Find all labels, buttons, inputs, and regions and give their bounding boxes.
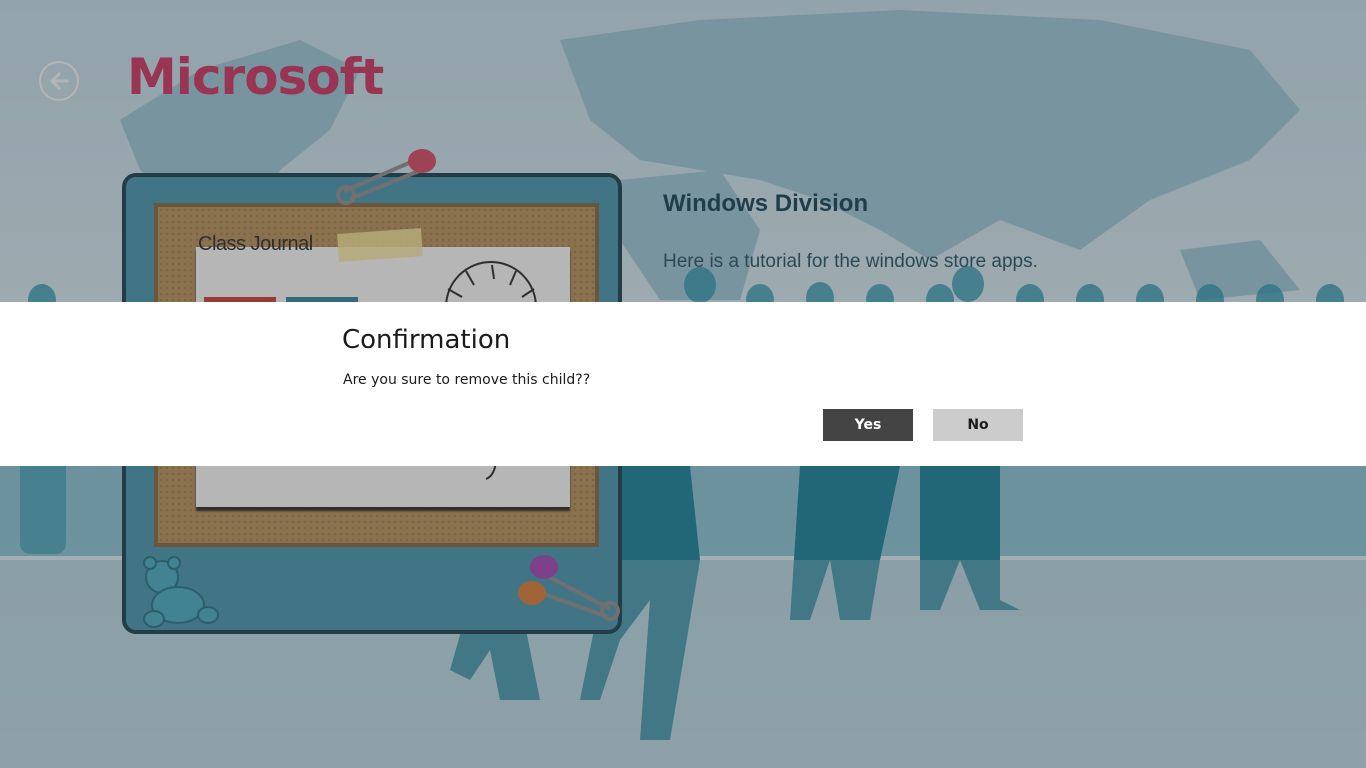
yes-button[interactable]: Yes (823, 409, 913, 441)
dialog-message: Are you sure to remove this child?? (343, 372, 591, 388)
no-button[interactable]: No (933, 409, 1023, 441)
confirmation-dialog: Confirmation Are you sure to remove this… (0, 302, 1366, 466)
dialog-title: Confirmation (342, 325, 511, 355)
